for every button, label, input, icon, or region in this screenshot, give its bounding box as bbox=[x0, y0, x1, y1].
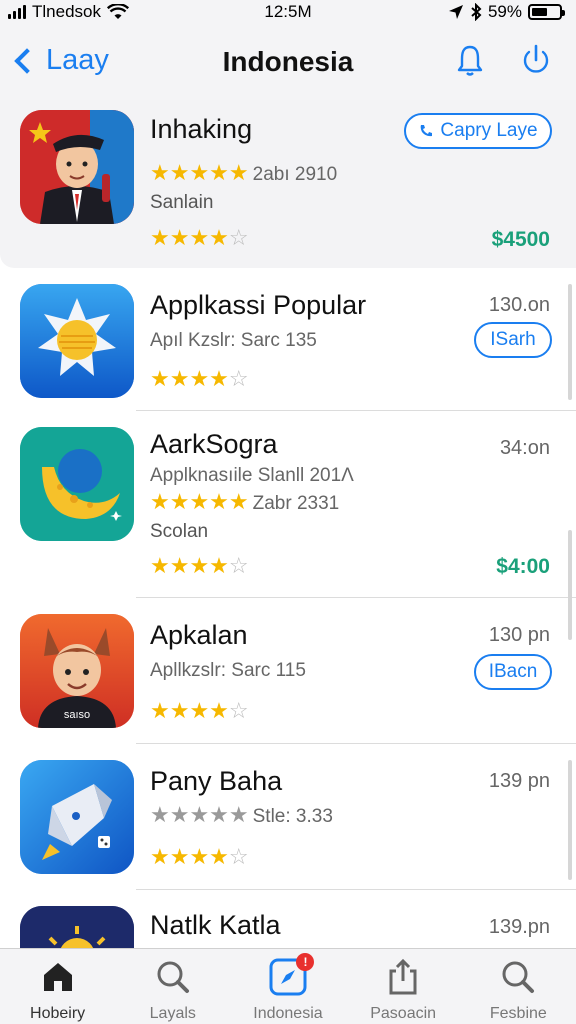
search-icon bbox=[157, 961, 189, 993]
app-name: AarkSogra bbox=[150, 429, 278, 459]
chevron-left-icon bbox=[14, 47, 40, 74]
location-icon bbox=[448, 5, 463, 19]
search-icon bbox=[502, 961, 535, 993]
rating-count: Zabr 2331 bbox=[252, 493, 340, 514]
app-list: Inhaking ★★★★★ 2abı 2910 Sanlain ★★★★☆ Ca… bbox=[0, 100, 576, 948]
status-bar: Tlnedsok 12:5M 59% bbox=[0, 0, 576, 24]
carrier-label: Tlnedsok bbox=[32, 2, 101, 21]
app-size: 130.on bbox=[488, 294, 550, 316]
scrollbar[interactable] bbox=[568, 760, 572, 880]
list-item[interactable]: AarkSogra Applknasıile Slanll 201Λ ★★★★★… bbox=[0, 411, 576, 598]
app-size: 130 pn bbox=[488, 624, 550, 646]
app-size: 139.pn bbox=[488, 916, 550, 938]
sun-icon bbox=[20, 284, 134, 398]
app-category: Sanlain bbox=[150, 192, 214, 213]
phone-icon bbox=[421, 125, 433, 137]
list-item[interactable]: Inhaking ★★★★★ 2abı 2910 Sanlain ★★★★☆ Ca… bbox=[0, 100, 576, 268]
tab-label: Pasoacin bbox=[370, 1005, 437, 1022]
list-item[interactable]: Natlk Katla 139.pn bbox=[0, 890, 576, 948]
person-in-uniform-icon bbox=[20, 110, 134, 224]
app-price: $4:00 bbox=[496, 555, 550, 578]
star-rating: ★★★★☆ bbox=[150, 844, 249, 869]
get-button[interactable]: ISarh bbox=[474, 322, 552, 358]
star-rating: ★★★★☆ bbox=[150, 698, 249, 723]
power-icon[interactable] bbox=[518, 42, 554, 78]
app-subtitle: Stle: 3.33 bbox=[252, 806, 333, 827]
app-subtitle: Applknasıile Slanll 201Λ bbox=[150, 465, 354, 486]
bluetooth-icon bbox=[471, 3, 482, 21]
list-item[interactable]: Applkassi Popular Apıl Kzslr: Sarc 135 ★… bbox=[0, 268, 576, 411]
star-rating: ★★★★★ 2abı 2910 bbox=[150, 160, 337, 186]
signal-icon bbox=[8, 5, 26, 19]
list-item[interactable]: Pany Baha ★★★★★ Stle: 3.33 ★★★★☆ 139 pn bbox=[0, 744, 576, 890]
shirt-text: saıso bbox=[64, 709, 90, 721]
battery-percent: 59% bbox=[487, 2, 522, 21]
app-size: 34:on bbox=[499, 437, 550, 459]
get-button-label: ISarh bbox=[490, 329, 536, 350]
app-name: Applkassi Popular bbox=[150, 290, 367, 320]
character-avatar-icon: saıso bbox=[20, 614, 134, 728]
back-button[interactable]: Laay bbox=[12, 44, 109, 77]
tab-label: Indonesia bbox=[253, 1005, 323, 1022]
get-button-label: IBacn bbox=[488, 661, 538, 682]
app-category: Scolan bbox=[150, 521, 209, 542]
star-rating: ★★★★☆ bbox=[150, 225, 249, 250]
crescent-moon-icon bbox=[20, 427, 134, 541]
star-rating: ★★★★☆ bbox=[150, 366, 249, 391]
share-icon bbox=[389, 958, 417, 995]
sunrise-icon bbox=[20, 906, 134, 948]
get-button[interactable]: Capry Laye bbox=[404, 113, 552, 149]
app-price: $4500 bbox=[491, 228, 550, 251]
notification-badge: ! bbox=[296, 953, 315, 971]
get-button-label: Capry Laye bbox=[440, 120, 538, 141]
scrollbar[interactable] bbox=[568, 284, 572, 400]
polygon-rocket-icon bbox=[20, 760, 134, 874]
app-name: Apkalan bbox=[150, 620, 248, 650]
star-rating: ★★★★☆ bbox=[150, 553, 249, 578]
tab-layals[interactable]: Layals bbox=[115, 949, 230, 1023]
star-rating: ★★★★★ Zabr 2331 bbox=[150, 489, 340, 514]
back-label: Laay bbox=[46, 44, 109, 76]
battery-icon bbox=[528, 4, 565, 20]
navigation-bar: Laay Indonesia bbox=[0, 24, 576, 100]
tab-indonesia[interactable]: ! Indonesia bbox=[230, 949, 345, 1023]
app-name: Natlk Katla bbox=[150, 910, 281, 940]
app-size: 139 pn bbox=[488, 770, 550, 792]
get-button[interactable]: IBacn bbox=[474, 654, 552, 690]
app-subtitle: Apllkzslr: Sarc 115 bbox=[150, 660, 306, 681]
app-name: Inhaking bbox=[150, 114, 253, 144]
app-name: Pany Baha bbox=[150, 766, 283, 796]
tab-label: Hobeiry bbox=[30, 1005, 86, 1022]
app-subtitle: Apıl Kzslr: Sarc 135 bbox=[150, 330, 317, 351]
tab-pasoacin[interactable]: Pasoacin bbox=[346, 949, 461, 1023]
home-icon bbox=[43, 963, 72, 991]
rating-count: 2abı 2910 bbox=[252, 164, 338, 185]
tab-label: Fesbine bbox=[489, 1005, 547, 1022]
rating-stars: ★★★★★ bbox=[150, 160, 249, 185]
tab-fesbine[interactable]: Fesbine bbox=[461, 949, 576, 1023]
list-item[interactable]: saıso Apkalan Apllkzslr: Sarc 115 ★★★★☆ … bbox=[0, 598, 576, 744]
scrollbar[interactable] bbox=[568, 530, 572, 640]
wifi-icon bbox=[106, 4, 129, 19]
bell-icon[interactable] bbox=[452, 42, 488, 78]
tab-home[interactable]: Hobeiry bbox=[0, 949, 115, 1023]
tab-label: Layals bbox=[149, 1005, 196, 1022]
tab-bar: Hobeiry Layals ! Indonesia Pasoacin Fesb… bbox=[0, 948, 576, 1024]
star-rating: ★★★★★ Stle: 3.33 bbox=[150, 802, 333, 827]
